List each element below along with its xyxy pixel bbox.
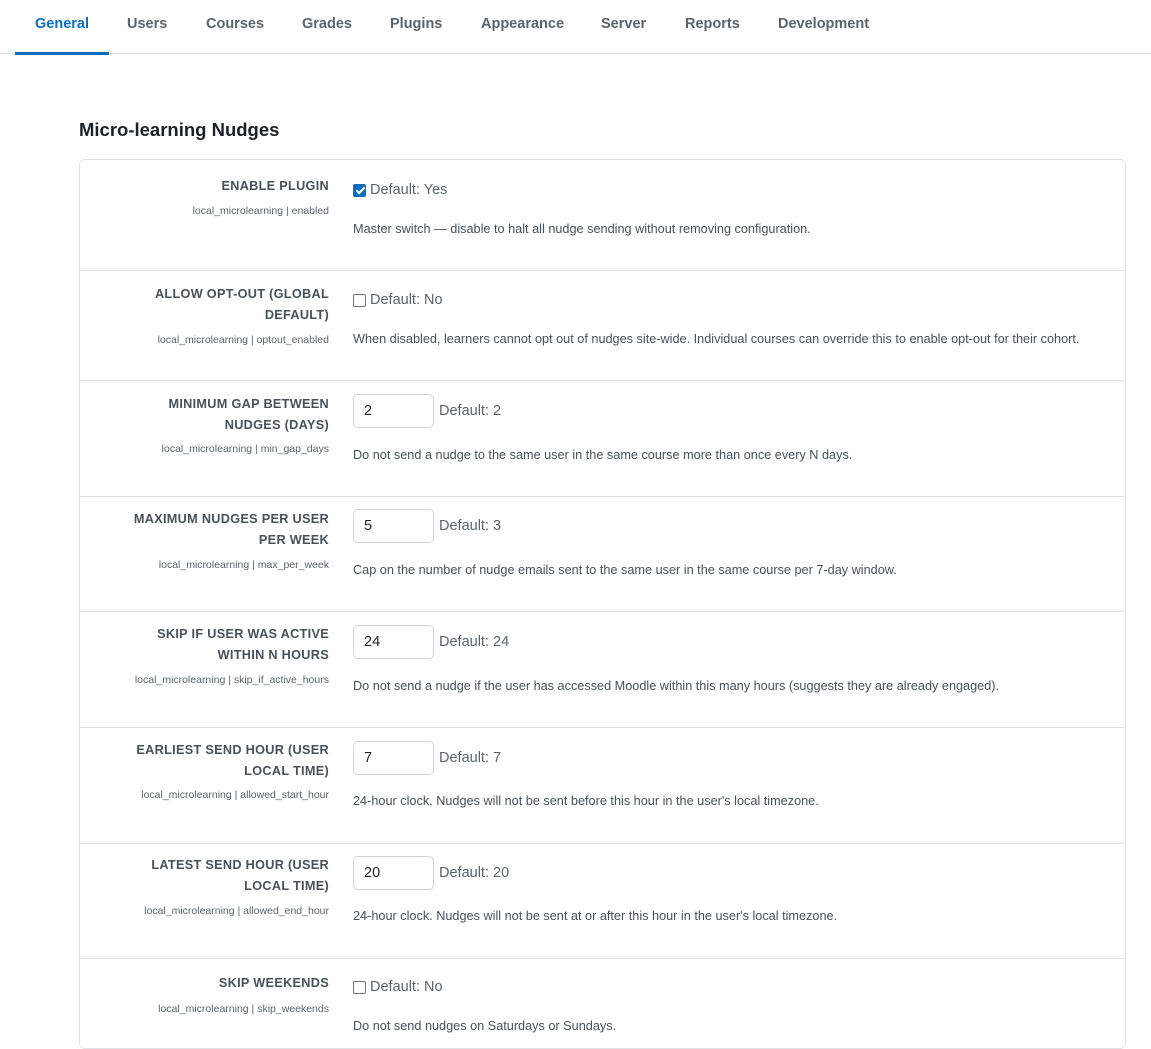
setting-key: local_microlearning | enabled (192, 205, 329, 217)
optout-control: Default: No (353, 292, 443, 308)
setting-description: Cap on the number of nudge emails sent t… (353, 563, 897, 577)
setting-label: Earliest send hour (user local time) (136, 743, 329, 778)
allowed-end-hour-input[interactable] (353, 856, 434, 890)
tab-development[interactable]: Development (778, 0, 869, 54)
setting-row-skip-if-active-hours: Skip if user was active within N hours l… (80, 611, 1125, 728)
tab-general[interactable]: General (15, 0, 109, 55)
setting-key: local_microlearning | max_per_week (158, 559, 329, 571)
setting-row-skip-weekends: Skip weekends local_microlearning | skip… (80, 958, 1125, 1048)
default-text: Default: No (370, 979, 443, 995)
optout-checkbox[interactable] (353, 293, 366, 307)
default-text: Default: No (370, 292, 443, 308)
tab-server[interactable]: Server (601, 0, 646, 54)
default-text: Default: Yes (370, 182, 448, 198)
tab-users[interactable]: Users (127, 0, 167, 54)
default-text: Default: 20 (439, 865, 510, 881)
default-text: Default: 24 (439, 634, 510, 650)
setting-label: Latest send hour (user local time) (151, 858, 329, 893)
tab-reports[interactable]: Reports (685, 0, 740, 54)
setting-key: local_microlearning | skip_if_active_hou… (134, 674, 329, 686)
default-text: Default: 2 (439, 403, 502, 419)
setting-description: Do not send nudges on Saturdays or Sunda… (353, 1019, 617, 1033)
setting-key: local_microlearning | allowed_start_hour (141, 789, 329, 801)
tab-grades[interactable]: Grades (302, 0, 352, 54)
skip-if-active-hours-input[interactable] (353, 625, 434, 659)
setting-key: local_microlearning | skip_weekends (158, 1003, 329, 1015)
setting-label: Allow opt-out (global default) (154, 287, 329, 322)
admin-tab-bar: General Users Courses Grades Plugins App… (0, 0, 1151, 55)
allowed-start-hour-input[interactable] (353, 741, 434, 775)
end-hour-control: Default: 20 (353, 856, 509, 890)
setting-label: Skip if user was active within N hours (157, 627, 329, 662)
setting-description: 24-hour clock. Nudges will not be sent b… (353, 794, 819, 808)
setting-row-optout-enabled: Allow opt-out (global default) local_mic… (80, 270, 1125, 381)
setting-label: Enable plugin (221, 179, 329, 193)
enabled-control: Default: Yes (353, 182, 447, 198)
start-hour-control: Default: 7 (353, 741, 501, 775)
tab-courses[interactable]: Courses (206, 0, 264, 54)
section-title: Micro-learning Nudges (79, 119, 280, 140)
setting-description: Do not send a nudge if the user has acce… (353, 679, 1000, 693)
tab-appearance[interactable]: Appearance (481, 0, 564, 54)
setting-row-allowed-start-hour: Earliest send hour (user local time) loc… (80, 727, 1125, 844)
skip-active-control: Default: 24 (353, 625, 509, 659)
setting-label: Skip weekends (218, 976, 329, 990)
setting-description: When disabled, learners cannot opt out o… (353, 332, 1080, 346)
setting-description: 24-hour clock. Nudges will not be sent a… (353, 909, 838, 923)
setting-key: local_microlearning | min_gap_days (161, 443, 329, 455)
max-per-week-control: Default: 3 (353, 509, 501, 543)
default-text: Default: 3 (439, 518, 502, 534)
min-gap-control: Default: 2 (353, 394, 501, 428)
setting-label: Maximum nudges per user per week (133, 512, 329, 547)
setting-row-max-per-week: Maximum nudges per user per week local_m… (80, 496, 1125, 612)
setting-row-allowed-end-hour: Latest send hour (user local time) local… (80, 843, 1125, 959)
skip-weekends-checkbox[interactable] (353, 980, 366, 994)
setting-description: Do not send a nudge to the same user in … (353, 448, 853, 462)
setting-key: local_microlearning | allowed_end_hour (144, 905, 329, 917)
setting-row-min-gap-days: Minimum gap between nudges (days) local_… (80, 380, 1125, 497)
max-per-week-input[interactable] (353, 509, 434, 543)
min-gap-days-input[interactable] (353, 394, 434, 428)
setting-key: local_microlearning | optout_enabled (157, 334, 329, 346)
setting-row-enabled: Enable plugin local_microlearning | enab… (80, 160, 1125, 271)
settings-card: Enable plugin local_microlearning | enab… (79, 159, 1126, 1049)
tab-plugins[interactable]: Plugins (390, 0, 442, 54)
enabled-checkbox[interactable] (353, 183, 366, 197)
skip-weekends-control: Default: No (353, 979, 443, 995)
setting-label: Minimum gap between nudges (days) (168, 397, 329, 432)
setting-description: Master switch — disable to halt all nudg… (353, 222, 811, 236)
default-text: Default: 7 (439, 750, 502, 766)
